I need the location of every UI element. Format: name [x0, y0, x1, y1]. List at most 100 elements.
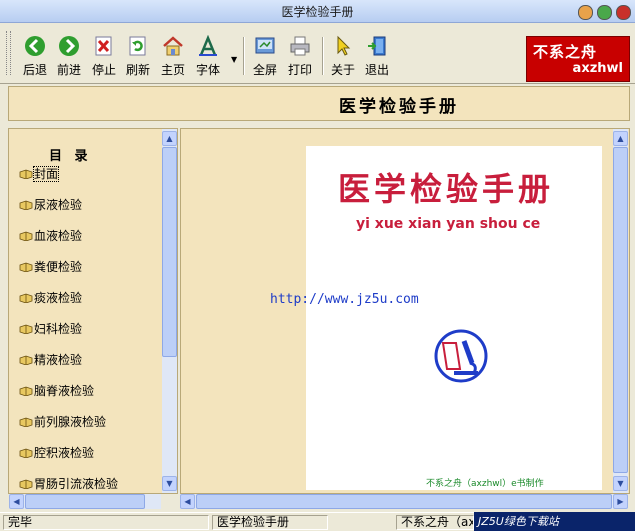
toc-hscroll-thumb[interactable]	[25, 494, 145, 509]
toc-item-label: 血液检验	[34, 229, 83, 243]
refresh-icon	[129, 36, 146, 56]
pointer-icon	[337, 35, 351, 56]
back-label: 后退	[22, 63, 47, 77]
content-scroll-thumb[interactable]	[613, 147, 628, 473]
home-button[interactable]: 主页	[156, 35, 190, 81]
scroll-right-icon[interactable]: ▶	[613, 494, 628, 509]
toc-item[interactable]: 精液检验	[19, 351, 82, 369]
app-window: 医学检验手册 后退 前进 停止 刷新 主页 字体 ▼ 全屏 打印 关于 退出 不…	[0, 0, 635, 531]
fullscreen-icon	[255, 37, 275, 54]
toc-item[interactable]: 痰液检验	[19, 289, 82, 307]
book-icon	[19, 448, 33, 458]
content-hscroll-thumb[interactable]	[196, 494, 612, 509]
logo-text-chinese: 不系之舟	[533, 43, 598, 61]
exit-button[interactable]: 退出	[360, 35, 394, 81]
toc-item[interactable]: 封面	[19, 165, 60, 183]
scroll-up-icon[interactable]: ▲	[162, 131, 177, 146]
forward-button[interactable]: 前进	[52, 35, 86, 81]
cover-pinyin: yi xue xian yan shou ce	[356, 216, 541, 232]
back-button[interactable]: 后退	[18, 35, 52, 81]
toc-item[interactable]: 脑脊液检验	[19, 382, 94, 400]
content-horizontal-scrollbar[interactable]: ◀ ▶	[180, 494, 628, 509]
toc-item[interactable]: 前列腺液检验	[19, 413, 106, 431]
status-middle: 医学检验手册	[212, 515, 328, 530]
header-banner: 医学检验手册	[8, 86, 630, 121]
content-vertical-scrollbar[interactable]: ▲ ▼	[613, 129, 628, 493]
content-pane: 医学检验手册 yi xue xian yan shou ce http://ww…	[180, 128, 630, 494]
status-right: 不系之舟（ax	[396, 515, 474, 530]
toc-item-label: 痰液检验	[34, 291, 83, 305]
toc-item-label: 腔积液检验	[34, 446, 95, 460]
toc-item-label: 前列腺液检验	[34, 415, 107, 429]
book-icon	[19, 355, 33, 365]
close-button[interactable]	[616, 5, 631, 20]
book-icon	[19, 200, 33, 210]
toc-title: 目 录	[49, 149, 92, 164]
toc-item[interactable]: 尿液检验	[19, 196, 82, 214]
stop-label: 停止	[91, 63, 116, 77]
toolbar-separator	[243, 37, 245, 75]
stop-icon	[95, 36, 112, 56]
scroll-down-icon[interactable]: ▼	[162, 476, 177, 491]
toc-item-label: 封面	[32, 166, 60, 182]
font-label: 字体	[195, 63, 220, 77]
book-icon	[19, 386, 33, 396]
printer-icon	[290, 36, 310, 56]
book-icon	[19, 231, 33, 241]
title-bar: 医学检验手册	[0, 0, 635, 23]
cover-credit: 不系之舟（axzhwl）e书制作	[426, 479, 544, 489]
toc-item-label: 脑脊液检验	[34, 384, 95, 398]
forward-arrow-icon	[59, 36, 79, 56]
minimize-button[interactable]	[578, 5, 593, 20]
toc-item[interactable]: 胃肠引流液检验	[19, 475, 118, 493]
maximize-button[interactable]	[597, 5, 612, 20]
scroll-down-icon[interactable]: ▼	[613, 476, 628, 491]
exit-door-icon	[368, 36, 386, 56]
book-icon	[19, 262, 33, 272]
toolbar-grip[interactable]	[6, 31, 11, 75]
toc-item[interactable]: 粪便检验	[19, 258, 82, 276]
toc-item[interactable]: 妇科检验	[19, 320, 82, 338]
watermark: JZ5U绿色下载站 www.jz5u.com	[474, 512, 635, 531]
toc-horizontal-scrollbar[interactable]: ◀	[9, 494, 161, 509]
toc-item-label: 粪便检验	[34, 260, 83, 274]
cover-page: 医学检验手册 yi xue xian yan shou ce http://ww…	[270, 146, 602, 490]
print-button[interactable]: 打印	[283, 35, 317, 81]
book-icon	[19, 293, 33, 303]
fullscreen-label: 全屏	[252, 63, 277, 77]
microscope-emblem-icon	[434, 329, 488, 383]
toc-item-label: 妇科检验	[34, 322, 83, 336]
window-title: 医学检验手册	[281, 5, 354, 19]
home-icon	[163, 36, 183, 56]
book-icon	[19, 324, 33, 334]
about-label: 关于	[330, 63, 355, 77]
forward-label: 前进	[56, 63, 81, 77]
toc-scroll-thumb[interactable]	[162, 147, 177, 357]
toc-vertical-scrollbar[interactable]: ▲ ▼	[162, 129, 177, 493]
cover-title: 医学检验手册	[338, 170, 555, 208]
toc-item[interactable]: 血液检验	[19, 227, 82, 245]
refresh-button[interactable]: 刷新	[121, 35, 155, 81]
toc-pane: 目 录 封面尿液检验血液检验粪便检验痰液检验妇科检验精液检验脑脊液检验前列腺液检…	[8, 128, 178, 494]
exit-label: 退出	[364, 63, 389, 77]
stop-button[interactable]: 停止	[87, 35, 121, 81]
toolbar: 后退 前进 停止 刷新 主页 字体 ▼ 全屏 打印 关于 退出 不系之舟 axz…	[0, 23, 635, 84]
banner-title: 医学检验手册	[339, 97, 459, 117]
scroll-left-icon[interactable]: ◀	[180, 494, 195, 509]
font-icon	[199, 35, 217, 56]
logo-text-latin: axzhwl	[572, 61, 623, 76]
cover-link[interactable]: http://www.jz5u.com	[270, 292, 419, 307]
refresh-label: 刷新	[125, 63, 150, 77]
book-icon	[19, 417, 33, 427]
font-dropdown-arrow-icon[interactable]: ▼	[231, 55, 237, 64]
home-label: 主页	[160, 63, 185, 77]
about-button[interactable]: 关于	[326, 35, 360, 81]
toc-item-label: 尿液检验	[34, 198, 83, 212]
font-button[interactable]: 字体	[191, 35, 225, 81]
fullscreen-button[interactable]: 全屏	[248, 35, 282, 81]
scroll-up-icon[interactable]: ▲	[613, 131, 628, 146]
scroll-left-icon[interactable]: ◀	[9, 494, 24, 509]
print-label: 打印	[287, 63, 312, 77]
book-icon	[19, 479, 33, 489]
toc-item[interactable]: 腔积液检验	[19, 444, 94, 462]
